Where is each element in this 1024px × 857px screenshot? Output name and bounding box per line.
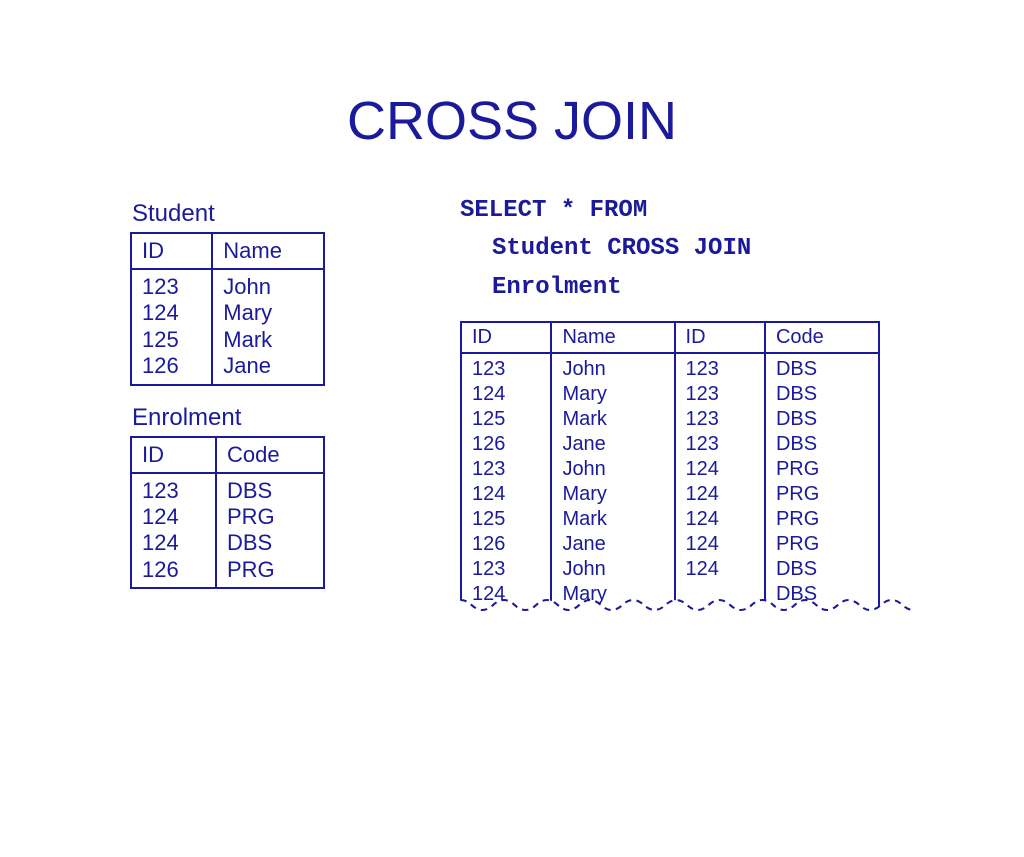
page-title: CROSS JOIN (0, 90, 1024, 152)
result-table: ID Name ID Code 123 124 125 126 123 124 (460, 321, 880, 612)
student-table: ID Name 123 124 125 126 John Mary Mark J… (130, 232, 325, 386)
result-col-id1: 123 124 125 126 123 124 125 126 123 124 (461, 353, 551, 611)
enrolment-table-label: Enrolment (132, 404, 368, 432)
enrolment-data-row: 123 124 124 126 DBS PRG DBS PRG (131, 473, 324, 589)
enrolment-table: ID Code 123 124 124 126 DBS PRG DBS PRG (130, 436, 325, 590)
result-header-name: Name (551, 322, 674, 353)
student-header-id: ID (131, 233, 212, 269)
result-header-code: Code (765, 322, 879, 353)
enrolment-col-id: 123 124 124 126 (131, 473, 216, 589)
sql-line-2: Student CROSS JOIN (492, 230, 914, 268)
result-col-name: John Mary Mark Jane John Mary Mark Jane … (551, 353, 674, 611)
enrolment-header-id: ID (131, 437, 216, 473)
student-table-label: Student (132, 200, 368, 228)
result-data-row: 123 124 125 126 123 124 125 126 123 124 (461, 353, 879, 611)
left-column: Student ID Name 123 124 125 126 John Mar… (130, 192, 370, 607)
result-header-row: ID Name ID Code (461, 322, 879, 353)
enrolment-header-row: ID Code (131, 437, 324, 473)
sql-line-3: Enrolment (492, 269, 914, 307)
right-column: SELECT * FROM Student CROSS JOIN Enrolme… (460, 192, 914, 631)
result-header-id2: ID (675, 322, 765, 353)
enrolment-header-code: Code (216, 437, 324, 473)
sql-line-1: SELECT * FROM (460, 192, 914, 230)
result-header-id1: ID (461, 322, 551, 353)
student-header-name: Name (212, 233, 324, 269)
student-header-row: ID Name (131, 233, 324, 269)
enrolment-col-code: DBS PRG DBS PRG (216, 473, 324, 589)
student-col-id: 123 124 125 126 (131, 269, 212, 385)
result-table-wrap: ID Name ID Code 123 124 125 126 123 124 (460, 321, 914, 631)
student-data-row: 123 124 125 126 John Mary Mark Jane (131, 269, 324, 385)
result-col-code: DBS DBS DBS DBS PRG PRG PRG PRG DBS DBS (765, 353, 879, 611)
sql-code-block: SELECT * FROM Student CROSS JOIN Enrolme… (460, 192, 914, 307)
student-col-name: John Mary Mark Jane (212, 269, 324, 385)
result-col-id2: 123 123 123 123 124 124 124 124 124 (675, 353, 765, 611)
